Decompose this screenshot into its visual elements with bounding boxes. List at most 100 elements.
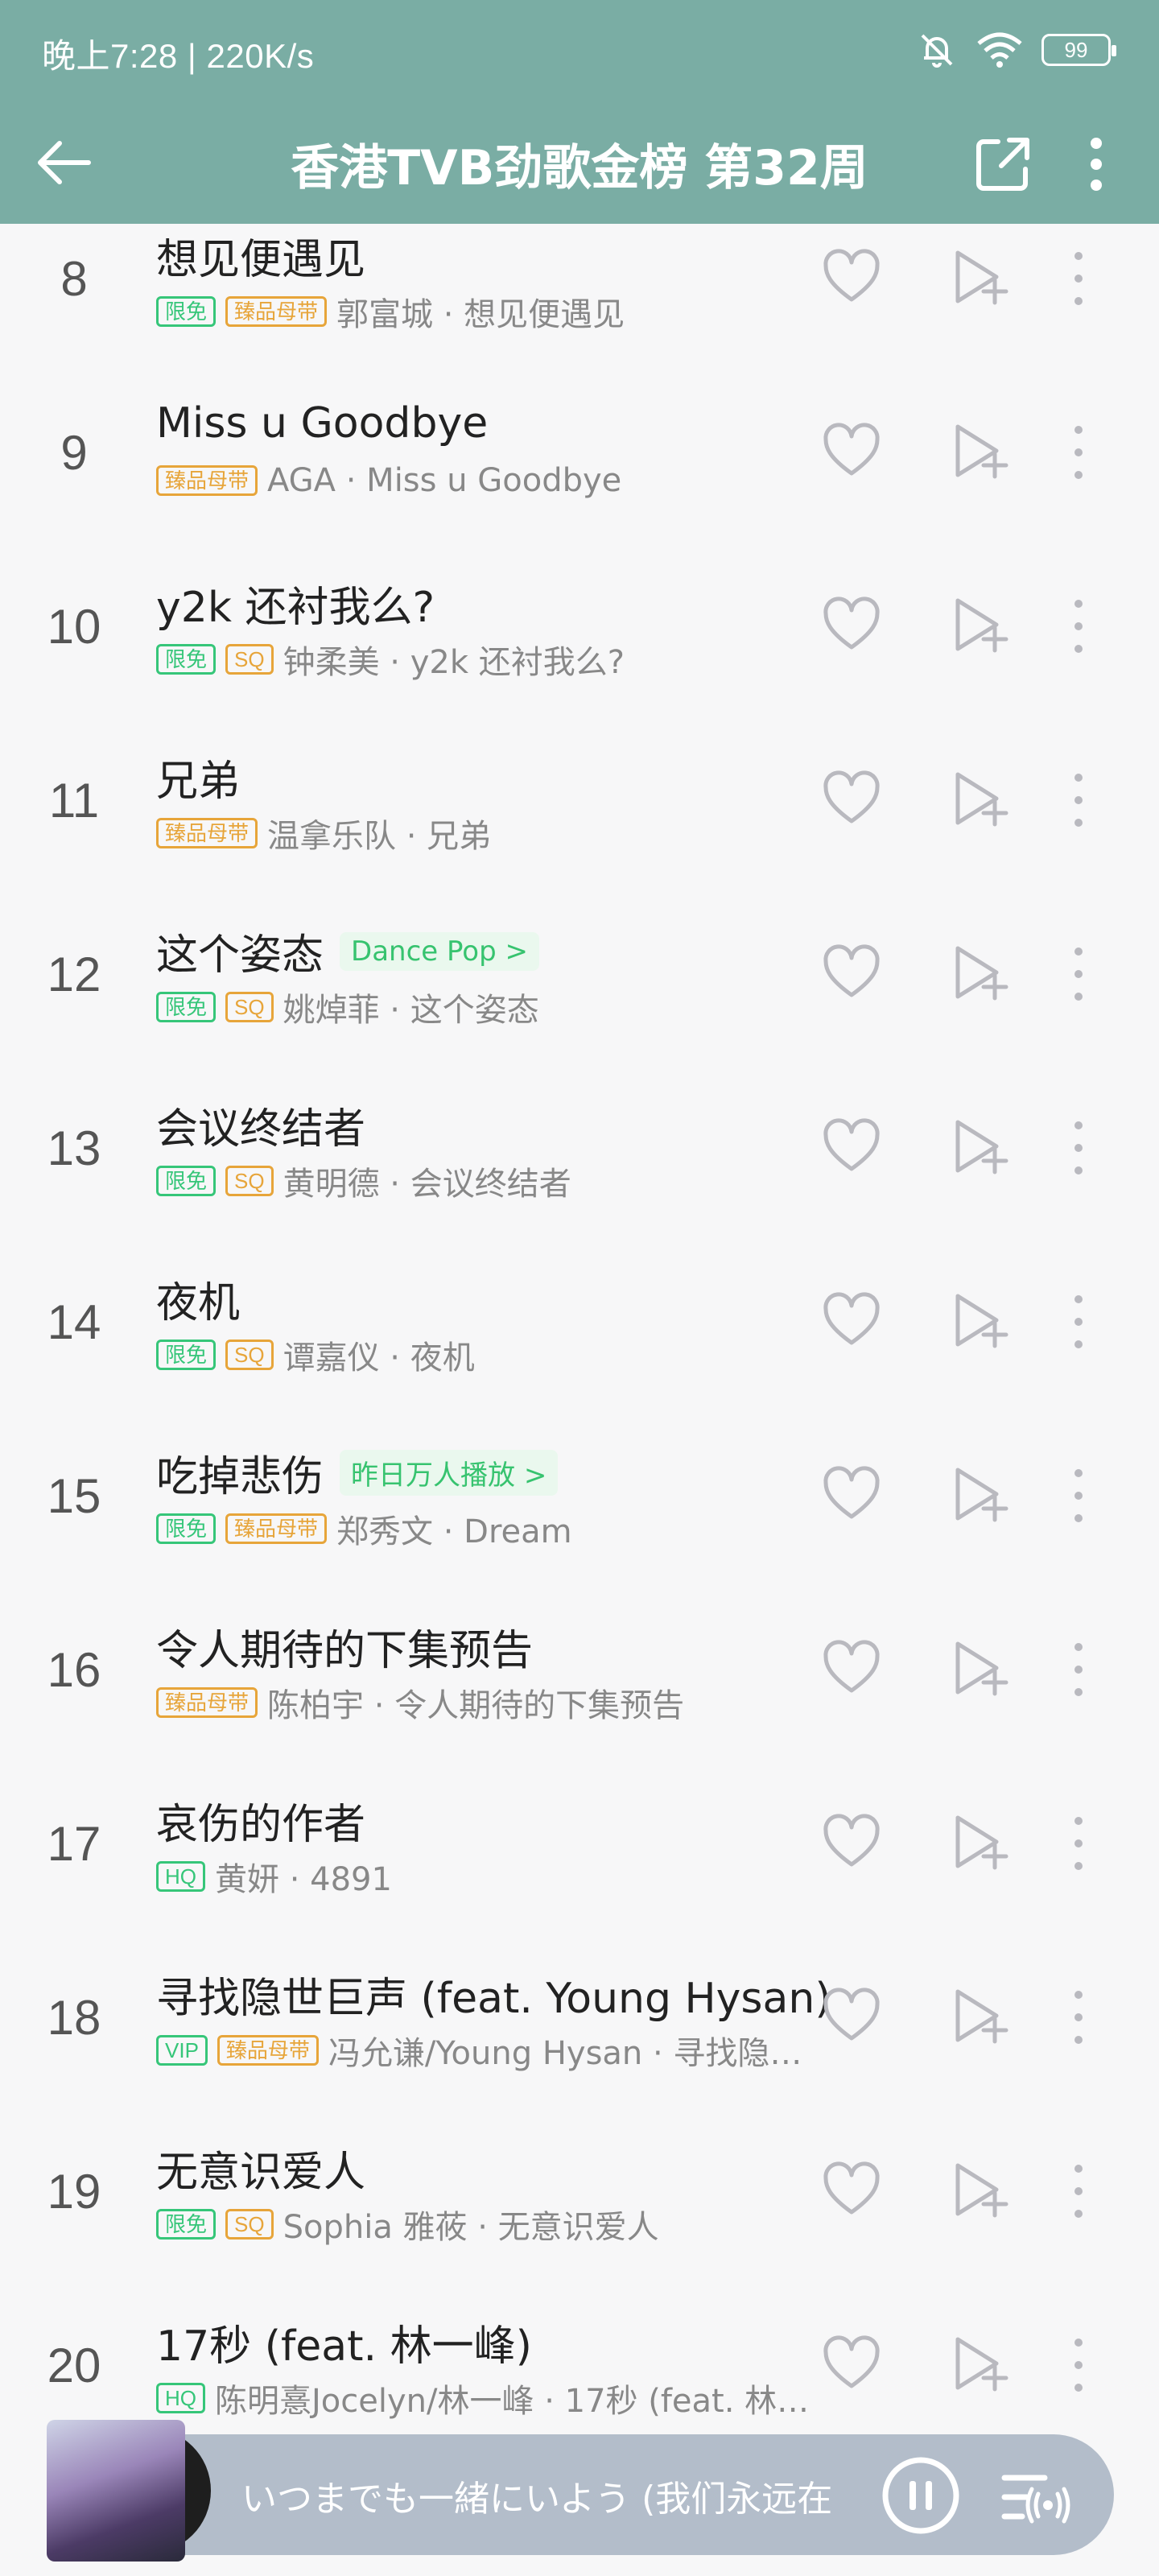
song-title-text: y2k 还衬我么? xyxy=(156,584,435,632)
song-rank: 15 xyxy=(47,1469,101,1523)
song-more-icon[interactable] xyxy=(1062,1465,1095,1526)
song-meta: HQ 陈明憙Jocelyn/林一峰 · 17秒 (feat. 林一峰) xyxy=(156,2375,824,2421)
song-more-icon[interactable] xyxy=(1062,1813,1095,1874)
song-row[interactable]: 10 y2k 还衬我么? 限免 SQ 钟柔美 · y2k 还衬我么? xyxy=(0,541,1159,715)
song-title[interactable]: 无意识爱人 xyxy=(156,2138,365,2198)
heart-icon[interactable] xyxy=(821,1985,882,2046)
song-more-icon[interactable] xyxy=(1062,422,1095,483)
song-tag-link[interactable]: Dance Pop > xyxy=(340,931,539,971)
artist-album-text: 陈明憙Jocelyn/林一峰 · 17秒 (feat. 林一峰) xyxy=(215,2383,824,2420)
artist-album-text: 黄妍 · 4891 xyxy=(215,1861,392,1898)
song-rank: 13 xyxy=(47,1121,101,1175)
quality-badge: 限免 xyxy=(156,644,217,675)
playlist-button[interactable] xyxy=(998,2458,1075,2536)
song-meta: 限免 SQ 黄明德 · 会议终结者 xyxy=(156,1158,824,1204)
add-to-playlist-icon[interactable] xyxy=(950,419,1014,483)
add-to-playlist-icon[interactable] xyxy=(950,1288,1014,1352)
quality-badge: HQ xyxy=(156,1861,205,1892)
song-row[interactable]: 11 兄弟 臻品母带 温拿乐队 · 兄弟 xyxy=(0,715,1159,889)
song-row[interactable]: 14 夜机 限免 SQ 谭嘉仪 · 夜机 xyxy=(0,1236,1159,1410)
add-to-playlist-icon[interactable] xyxy=(950,1984,1014,2048)
song-title[interactable]: 想见便遇见 xyxy=(156,225,365,286)
now-playing-title[interactable]: いつまでも一緒にいよう (我们永远在 xyxy=(241,2470,832,2521)
song-row[interactable]: 16 令人期待的下集预告 臻品母带 陈柏宇 · 令人期待的下集预告 xyxy=(0,1584,1159,1758)
album-cover[interactable] xyxy=(47,2420,185,2562)
battery-indicator: 99 xyxy=(1041,34,1116,66)
song-title[interactable]: y2k 还衬我么? xyxy=(156,573,435,634)
song-more-icon[interactable] xyxy=(1062,770,1095,831)
quality-badge: SQ xyxy=(225,2209,274,2240)
add-to-playlist-icon[interactable] xyxy=(950,2157,1014,2222)
heart-icon[interactable] xyxy=(821,246,882,308)
quality-badge: 限免 xyxy=(156,992,217,1022)
heart-icon[interactable] xyxy=(821,594,882,655)
song-row[interactable]: 17 哀伤的作者 HQ 黄妍 · 4891 xyxy=(0,1758,1159,1932)
add-to-playlist-icon[interactable] xyxy=(950,1810,1014,1874)
quality-badge: SQ xyxy=(225,1166,274,1196)
heart-icon[interactable] xyxy=(821,1463,882,1525)
quality-badge: 臻品母带 xyxy=(156,465,258,496)
add-to-playlist-icon[interactable] xyxy=(950,766,1014,831)
heart-icon[interactable] xyxy=(821,2159,882,2220)
song-meta: 臻品母带 AGA · Miss u Goodbye xyxy=(156,462,824,499)
heart-icon[interactable] xyxy=(821,942,882,1003)
heart-icon[interactable] xyxy=(821,1116,882,1177)
artist-album-text: Sophia 雅莜 · 无意识爱人 xyxy=(283,2209,659,2246)
heart-icon[interactable] xyxy=(821,420,882,481)
song-title[interactable]: 吃掉悲伤 昨日万人播放 > xyxy=(156,1443,559,1503)
song-title[interactable]: 会议终结者 xyxy=(156,1095,365,1155)
song-rank: 8 xyxy=(60,252,88,306)
song-more-icon[interactable] xyxy=(1062,1117,1095,1179)
song-title-text: 这个姿态 xyxy=(156,931,324,980)
heart-icon[interactable] xyxy=(821,1637,882,1699)
song-rank: 19 xyxy=(47,2165,101,2219)
song-title[interactable]: 夜机 xyxy=(156,1269,240,1329)
add-to-playlist-icon[interactable] xyxy=(950,1114,1014,1179)
status-icons: 99 xyxy=(916,29,1116,71)
song-title-text: 无意识爱人 xyxy=(156,2149,366,2197)
song-row[interactable]: 13 会议终结者 限免 SQ 黄明德 · 会议终结者 xyxy=(0,1063,1159,1236)
song-more-icon[interactable] xyxy=(1062,2161,1095,2222)
quality-badge: 臻品母带 xyxy=(156,818,258,848)
song-meta: VIP 臻品母带冯允谦/Young Hysan · 寻找隐世巨声 (feat. Y… xyxy=(156,2027,824,2074)
heart-icon[interactable] xyxy=(821,1290,882,1351)
pause-button[interactable] xyxy=(879,2454,963,2537)
share-button[interactable] xyxy=(971,132,1035,196)
song-title[interactable]: 令人期待的下集预告 xyxy=(156,1616,533,1677)
song-more-icon[interactable] xyxy=(1062,596,1095,657)
add-to-playlist-icon[interactable] xyxy=(950,2331,1014,2396)
song-more-icon[interactable] xyxy=(1062,248,1095,309)
song-tag-link[interactable]: 昨日万人播放 > xyxy=(340,1450,559,1496)
song-more-icon[interactable] xyxy=(1062,1291,1095,1352)
add-to-playlist-icon[interactable] xyxy=(950,245,1014,309)
add-to-playlist-icon[interactable] xyxy=(950,592,1014,657)
song-row[interactable]: 18 寻找隐世巨声 (feat. Young Hysan) VIP 臻品母带 冯允谦/Y… xyxy=(0,1932,1159,2106)
quality-badge: 限免 xyxy=(156,1166,217,1196)
song-title-text: 兄弟 xyxy=(156,758,241,806)
song-title[interactable]: 这个姿态 Dance Pop > xyxy=(156,921,539,981)
heart-icon[interactable] xyxy=(821,2333,882,2394)
song-title[interactable]: 寻找隐世巨声 (feat. Young Hysan) xyxy=(156,1964,831,2025)
song-title[interactable]: 17秒 (feat. 林一峰) xyxy=(156,2312,532,2372)
artist-album-text: 冯允谦/Young Hysan · 寻找隐世巨声 (feat. Young Hy… xyxy=(328,2035,824,2072)
song-title-text: 夜机 xyxy=(156,1279,241,1327)
song-row[interactable]: 15 吃掉悲伤 昨日万人播放 > 限免 臻品母带 郑秀文 · Dream xyxy=(0,1410,1159,1584)
add-to-playlist-icon[interactable] xyxy=(950,940,1014,1005)
song-meta: 限免 臻品母带 郑秀文 · Dream xyxy=(156,1505,824,1552)
song-more-icon[interactable] xyxy=(1062,943,1095,1005)
more-options-button[interactable] xyxy=(1070,132,1119,196)
heart-icon[interactable] xyxy=(821,768,882,829)
add-to-playlist-icon[interactable] xyxy=(950,1462,1014,1526)
song-title[interactable]: 兄弟 xyxy=(156,747,240,807)
song-row[interactable]: 19 无意识爱人 限免 SQ Sophia 雅莜 · 无意识爱人 xyxy=(0,2106,1159,2280)
song-title[interactable]: Miss u Goodbye xyxy=(156,399,488,448)
song-row[interactable]: 9 Miss u Goodbye 臻品母带 AGA · Miss u Goodbye xyxy=(0,367,1159,541)
song-title[interactable]: 哀伤的作者 xyxy=(156,1790,365,1851)
song-more-icon[interactable] xyxy=(1062,1987,1095,2048)
song-title-text: 会议终结者 xyxy=(156,1105,366,1154)
song-more-icon[interactable] xyxy=(1062,2334,1095,2396)
add-to-playlist-icon[interactable] xyxy=(950,1636,1014,1700)
heart-icon[interactable] xyxy=(821,1811,882,1872)
song-more-icon[interactable] xyxy=(1062,1639,1095,1700)
song-row[interactable]: 12 这个姿态 Dance Pop > 限免 SQ 姚焯菲 · 这个姿态 xyxy=(0,889,1159,1063)
